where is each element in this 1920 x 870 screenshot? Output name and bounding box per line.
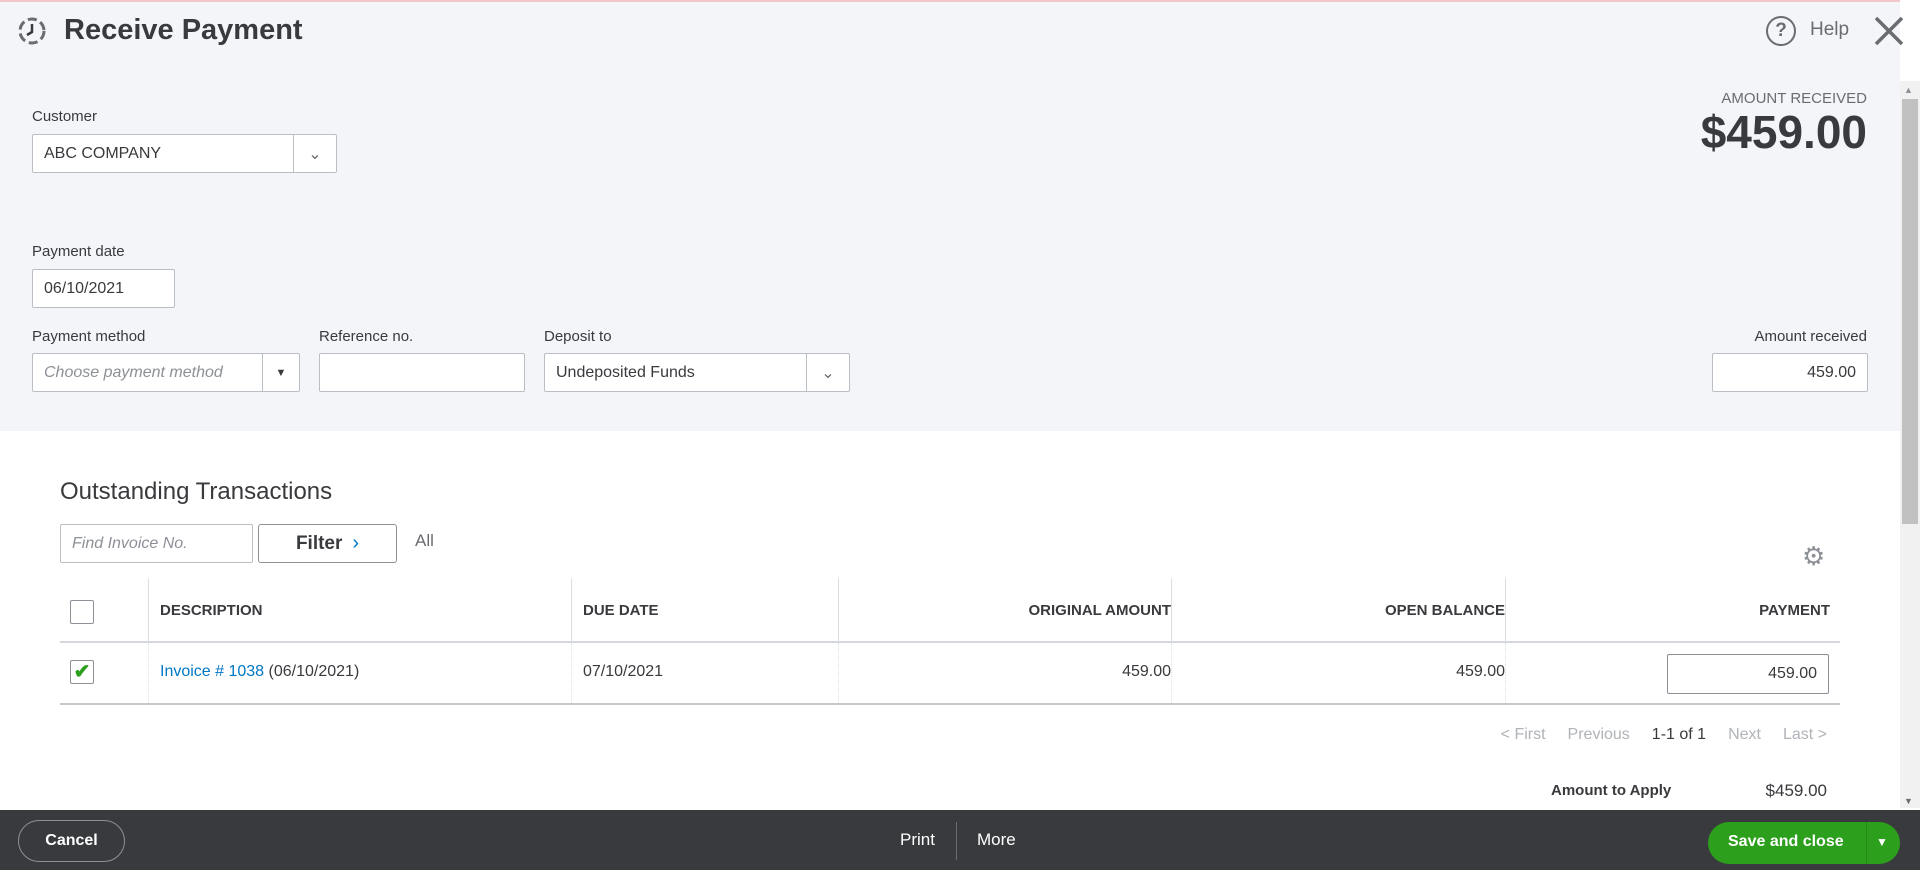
- payment-date-input[interactable]: 06/10/2021: [32, 269, 175, 308]
- find-invoice-input[interactable]: Find Invoice No.: [60, 524, 253, 563]
- help-icon[interactable]: ?: [1766, 16, 1796, 46]
- page-title: Receive Payment: [64, 14, 303, 46]
- cancel-button[interactable]: Cancel: [18, 820, 125, 862]
- original-amount: 459.00: [1122, 663, 1171, 680]
- column-description[interactable]: DESCRIPTION: [160, 602, 263, 619]
- vertical-scrollbar[interactable]: ▲ ▼: [1900, 81, 1920, 808]
- transactions-table: DESCRIPTION DUE DATE ORIGINAL AMOUNT OPE…: [60, 578, 1840, 705]
- column-payment[interactable]: PAYMENT: [1759, 602, 1830, 619]
- column-open-balance[interactable]: OPEN BALANCE: [1385, 602, 1505, 619]
- customer-value: ABC COMPANY: [44, 144, 162, 162]
- column-due-date[interactable]: DUE DATE: [583, 602, 659, 619]
- pagination: < First Previous 1-1 of 1 Next Last >: [1501, 726, 1827, 744]
- print-button[interactable]: Print: [900, 830, 935, 850]
- amount-to-apply-label: Amount to Apply: [1551, 782, 1672, 799]
- caret-down-icon[interactable]: ▼: [1876, 835, 1888, 849]
- amount-received-total: $459.00: [1700, 106, 1867, 158]
- close-icon[interactable]: [1872, 14, 1906, 48]
- chevron-down-icon[interactable]: ⌄: [293, 135, 336, 172]
- amount-to-apply-value: $459.00: [1765, 781, 1827, 800]
- footer-bar: Cancel Print More Save and close ▼: [0, 810, 1920, 870]
- due-date: 07/10/2021: [583, 663, 664, 680]
- table-header: DESCRIPTION DUE DATE ORIGINAL AMOUNT OPE…: [60, 578, 1840, 643]
- payment-date-label: Payment date: [32, 243, 125, 260]
- deposit-to-label: Deposit to: [544, 328, 612, 345]
- pagination-first[interactable]: < First: [1501, 726, 1546, 744]
- scrollbar-thumb[interactable]: [1902, 99, 1918, 524]
- footer-divider: [956, 822, 957, 860]
- amount-received-field-label: Amount received: [1754, 328, 1867, 345]
- invoice-date: (06/10/2021): [268, 663, 360, 680]
- column-original-amount[interactable]: ORIGINAL AMOUNT: [1029, 602, 1172, 619]
- pagination-previous[interactable]: Previous: [1568, 726, 1630, 744]
- filter-label: Filter: [295, 532, 343, 554]
- select-all-checkbox[interactable]: [70, 600, 94, 624]
- customer-label: Customer: [32, 108, 98, 125]
- reference-no-input[interactable]: [319, 353, 525, 392]
- table-row: ✔ Invoice # 1038 (06/10/2021) 07/10/2021…: [60, 643, 1840, 705]
- pagination-range: 1-1 of 1: [1651, 726, 1707, 743]
- save-and-close-label: Save and close: [1728, 833, 1844, 850]
- open-balance: 459.00: [1456, 663, 1505, 680]
- more-button[interactable]: More: [977, 830, 1016, 850]
- payment-method-placeholder: Choose payment method: [44, 363, 223, 381]
- payment-method-select[interactable]: Choose payment method ▼: [32, 353, 300, 392]
- caret-down-icon[interactable]: ▼: [262, 354, 299, 391]
- scroll-up-arrow-icon[interactable]: ▲: [1904, 85, 1913, 95]
- gear-icon[interactable]: ⚙: [1802, 543, 1825, 569]
- filter-button[interactable]: Filter ›: [258, 524, 397, 563]
- customer-select[interactable]: ABC COMPANY ⌄: [32, 134, 337, 173]
- chevron-down-icon[interactable]: ⌄: [806, 354, 849, 391]
- reference-no-label: Reference no.: [319, 328, 414, 345]
- invoice-link[interactable]: Invoice # 1038: [160, 663, 264, 680]
- section-title: Outstanding Transactions: [60, 478, 333, 505]
- payment-input[interactable]: 459.00: [1667, 654, 1829, 694]
- deposit-to-value: Undeposited Funds: [556, 363, 695, 381]
- recent-transactions-clock-icon[interactable]: [14, 14, 48, 48]
- help-link[interactable]: Help: [1810, 19, 1849, 41]
- row-checkbox[interactable]: ✔: [70, 660, 94, 684]
- scroll-down-arrow-icon[interactable]: ▼: [1904, 796, 1913, 806]
- chevron-right-icon: ›: [352, 532, 360, 554]
- payment-method-label: Payment method: [32, 328, 146, 345]
- pagination-next[interactable]: Next: [1728, 726, 1761, 744]
- pagination-last[interactable]: Last >: [1783, 726, 1827, 744]
- save-and-close-button[interactable]: Save and close ▼: [1708, 822, 1900, 864]
- deposit-to-select[interactable]: Undeposited Funds ⌄: [544, 353, 850, 392]
- filter-value: All: [415, 531, 434, 550]
- amount-received-input[interactable]: 459.00: [1712, 353, 1868, 392]
